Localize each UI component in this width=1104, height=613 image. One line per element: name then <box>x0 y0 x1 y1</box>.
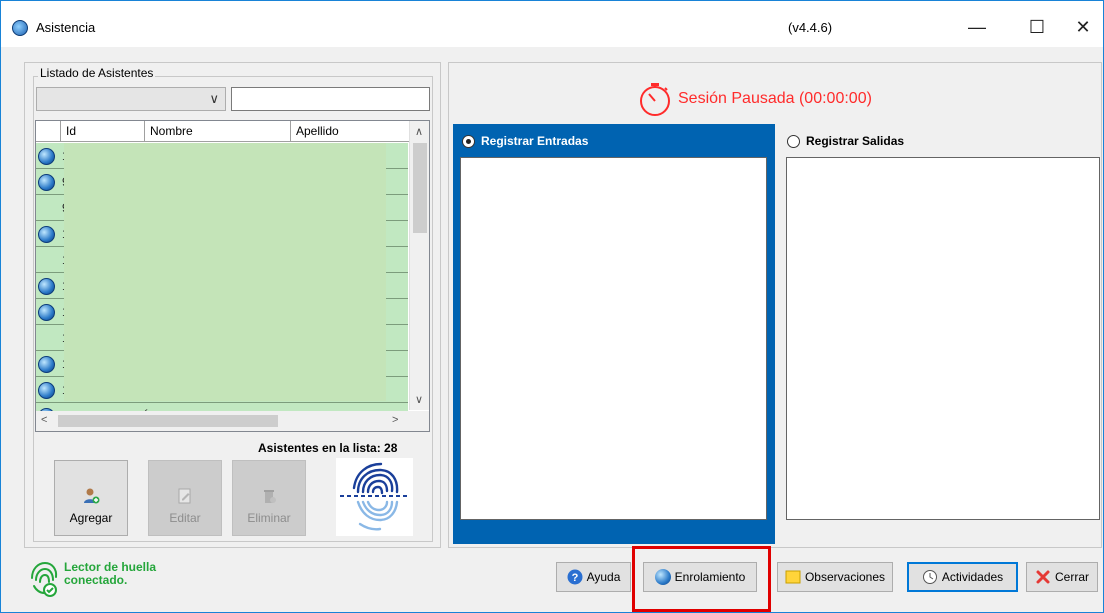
clock-icon <box>922 570 937 584</box>
column-separator <box>290 121 291 142</box>
redacted-area <box>64 143 386 401</box>
column-separator <box>144 121 145 142</box>
activities-button[interactable]: Actividades <box>907 562 1018 592</box>
version-label: (v4.4.6) <box>788 20 833 35</box>
horizontal-scroll-thumb[interactable] <box>58 415 278 427</box>
help-button[interactable]: ? Ayuda <box>556 562 631 592</box>
activities-label: Actividades <box>941 570 1004 584</box>
fingerprint-icon <box>38 356 55 373</box>
app-icon <box>12 20 28 36</box>
attendees-group-label: Listado de Asistentes <box>38 66 156 80</box>
edit-label: Editar <box>169 511 201 525</box>
observations-label: Observaciones <box>804 570 886 584</box>
attendee-count: Asistentes en la lista: 28 <box>258 441 398 455</box>
register-entries-label: Registrar Entradas <box>481 134 589 148</box>
search-input[interactable] <box>231 87 430 111</box>
add-label: Agregar <box>69 511 113 525</box>
fingerprint-icon <box>38 174 55 191</box>
title-bar <box>1 1 1103 47</box>
minimize-button[interactable]: — <box>954 10 1000 44</box>
entries-list[interactable] <box>460 157 767 520</box>
radio-unchecked-icon <box>787 134 800 148</box>
help-label: Ayuda <box>586 570 621 584</box>
delete-label: Eliminar <box>247 511 291 525</box>
scroll-up-icon[interactable]: ∧ <box>415 125 423 138</box>
edit-attendee-button[interactable]: Editar <box>148 460 222 536</box>
vertical-scrollbar[interactable]: ∧ ∨ <box>409 121 429 410</box>
fingerprint-icon <box>38 304 55 321</box>
register-exits-label: Registrar Salidas <box>806 134 905 148</box>
fingerprint-icon <box>38 226 55 243</box>
add-attendee-button[interactable]: Agregar <box>54 460 128 536</box>
column-header-id[interactable]: Id <box>66 124 76 138</box>
minimize-icon: — <box>968 16 986 37</box>
close-window-button[interactable]: ✕ <box>1060 10 1104 44</box>
close-x-icon <box>1036 570 1050 584</box>
filter-combo[interactable]: ∨ <box>36 87 226 111</box>
trash-icon <box>264 490 276 503</box>
close-icon: ✕ <box>1075 16 1091 37</box>
reader-status: Lector de huella conectado. <box>64 561 156 587</box>
reader-status-line-2: conectado. <box>64 573 128 587</box>
register-entries-radio[interactable]: Registrar Entradas <box>462 134 588 148</box>
scroll-left-icon[interactable]: < <box>41 414 47 426</box>
column-header-apellido[interactable]: Apellido <box>296 124 339 138</box>
add-user-icon <box>84 488 100 504</box>
exits-list[interactable] <box>786 157 1100 520</box>
fingerprint-reader-image <box>336 458 413 536</box>
scroll-down-icon[interactable]: ∨ <box>415 393 423 406</box>
fingerprint-icon <box>38 278 55 295</box>
highlight-box <box>632 546 771 612</box>
note-icon <box>785 570 801 584</box>
close-label: Cerrar <box>1054 570 1089 584</box>
grid-header: Id Nombre Apellido <box>36 121 429 142</box>
column-header-nombre[interactable]: Nombre <box>150 124 193 138</box>
session-status-text: Sesión Pausada (00:00:00) <box>678 90 872 107</box>
help-icon: ? <box>567 569 583 585</box>
session-status: Sesión Pausada (00:00:00) <box>636 80 872 118</box>
vertical-scroll-thumb[interactable] <box>413 143 427 233</box>
edit-icon <box>178 488 191 504</box>
window-title: Asistencia <box>36 20 96 35</box>
close-button[interactable]: Cerrar <box>1026 562 1098 592</box>
fingerprint-icon <box>340 462 410 531</box>
scroll-right-icon[interactable]: > <box>392 414 398 426</box>
horizontal-scrollbar[interactable]: < > <box>36 411 429 431</box>
fingerprint-connected-icon <box>31 561 58 597</box>
fingerprint-icon <box>38 148 55 165</box>
delete-attendee-button[interactable]: Eliminar <box>232 460 306 536</box>
maximize-icon: ☐ <box>1028 16 1046 37</box>
fingerprint-icon <box>38 382 55 399</box>
maximize-button[interactable]: ☐ <box>1014 10 1060 44</box>
column-separator <box>60 121 61 142</box>
chevron-down-icon: ∨ <box>209 91 219 106</box>
observations-button[interactable]: Observaciones <box>777 562 893 592</box>
svg-text:?: ? <box>571 572 578 584</box>
radio-checked-icon <box>462 134 475 148</box>
register-exits-radio[interactable]: Registrar Salidas <box>787 134 904 148</box>
stopwatch-icon <box>640 83 670 116</box>
attendees-grid[interactable]: Id Nombre Apellido 199111111110.707.997-… <box>35 120 430 432</box>
